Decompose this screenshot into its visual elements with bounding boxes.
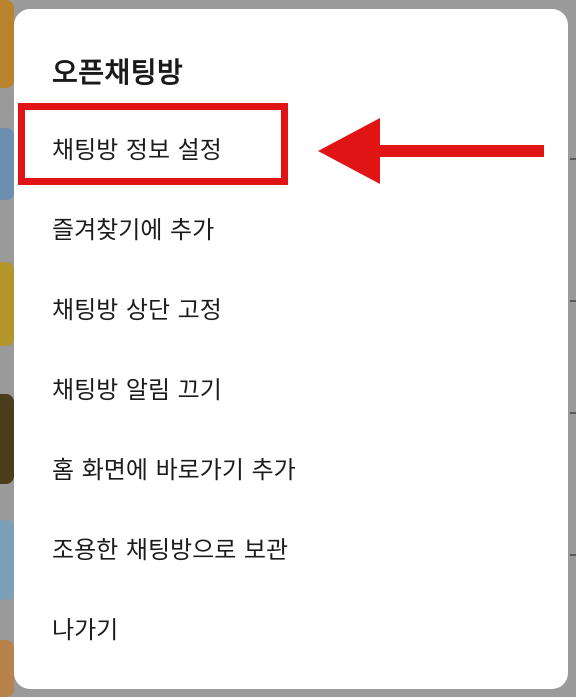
menu-title: 오픈채팅방 <box>52 56 184 89</box>
divider <box>570 412 576 414</box>
chat-thumbnail <box>0 394 14 484</box>
menu-item-chatroom-info-settings[interactable]: 채팅방 정보 설정 <box>52 130 222 170</box>
chat-thumbnail <box>0 262 14 346</box>
chat-thumbnail <box>0 640 14 697</box>
divider <box>570 554 576 556</box>
chat-thumbnail <box>0 128 14 200</box>
menu-item-mute-notifications[interactable]: 채팅방 알림 끄기 <box>52 370 222 410</box>
context-menu-sheet: 오픈채팅방 채팅방 정보 설정 즐겨찾기에 추가 채팅방 상단 고정 채팅방 알… <box>14 9 568 689</box>
chat-thumbnail <box>0 0 14 88</box>
menu-item-leave[interactable]: 나가기 <box>52 610 118 650</box>
divider <box>570 300 576 302</box>
menu-item-add-to-favorites[interactable]: 즐겨찾기에 추가 <box>52 210 214 250</box>
divider <box>570 158 576 160</box>
menu-item-add-home-shortcut[interactable]: 홈 화면에 바로가기 추가 <box>52 450 296 490</box>
menu-item-archive-quiet[interactable]: 조용한 채팅방으로 보관 <box>52 530 288 570</box>
chat-thumbnail <box>0 520 14 600</box>
menu-item-pin-to-top[interactable]: 채팅방 상단 고정 <box>52 290 222 330</box>
